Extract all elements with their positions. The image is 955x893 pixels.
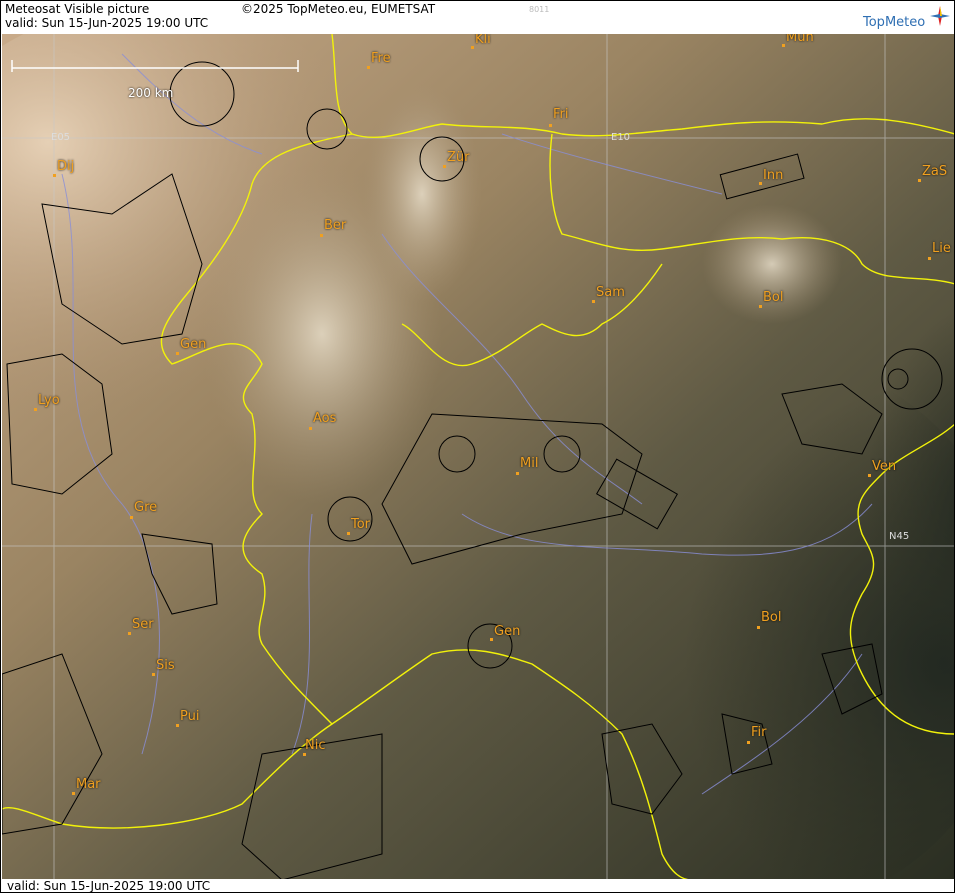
city-marker (309, 427, 312, 430)
city-marker (782, 44, 785, 47)
city-marker (320, 234, 323, 237)
city-label: Lie (932, 241, 951, 256)
city-label: Bol (763, 290, 784, 305)
compass-icon (929, 5, 951, 27)
city-marker (759, 305, 762, 308)
city-label: Gen (494, 624, 521, 639)
city-marker (592, 300, 595, 303)
city-label: Mil (520, 456, 539, 471)
city-label: Fri (553, 107, 569, 122)
city-label: Fre (371, 51, 391, 66)
footer-valid-time: valid: Sun 15-Jun-2025 19:00 UTC (7, 879, 211, 893)
city-label: Ser (132, 617, 154, 632)
city-marker (176, 724, 179, 727)
city-marker (128, 632, 131, 635)
city-label: Sam (596, 285, 625, 300)
map-frame: Meteosat Visible picture ©2025 TopMeteo.… (0, 0, 955, 893)
city-marker (747, 741, 750, 744)
valid-time: valid: Sun 15-Jun-2025 19:00 UTC (5, 16, 209, 30)
city-label: Pui (180, 709, 200, 724)
city-marker (176, 352, 179, 355)
product-title: Meteosat Visible picture (5, 2, 150, 16)
scale-label: 200 km (128, 86, 174, 100)
city-marker (443, 165, 446, 168)
city-marker (471, 46, 474, 49)
city-label: Tor (351, 517, 371, 532)
city-marker (347, 532, 350, 535)
city-label: Zür (447, 150, 470, 165)
city-label: Nic (305, 738, 326, 753)
city-marker (759, 182, 762, 185)
image-code: 8011 (529, 5, 550, 14)
city-marker (53, 174, 56, 177)
city-marker (868, 474, 871, 477)
city-label: Bol (761, 610, 782, 625)
city-label: Gre (134, 500, 158, 515)
city-label: Mun (786, 34, 814, 45)
city-marker (72, 792, 75, 795)
city-label: Fir (751, 725, 767, 740)
grid-label-e10: E10 (611, 132, 631, 143)
city-marker (303, 753, 306, 756)
city-marker (928, 257, 931, 260)
city-marker (130, 516, 133, 519)
city-label: Inn (763, 168, 784, 183)
copyright: ©2025 TopMeteo.eu, EUMETSAT (241, 2, 436, 16)
city-marker (516, 472, 519, 475)
city-label: ZaS (922, 164, 948, 179)
city-marker (367, 66, 370, 69)
city-marker (757, 626, 760, 629)
city-label: Ven (872, 459, 897, 474)
city-marker (152, 673, 155, 676)
city-marker (549, 124, 552, 127)
grid-label-e05: E05 (51, 132, 71, 143)
city-label: Mar (76, 777, 101, 792)
grid-label-n45: N45 (889, 531, 910, 542)
city-label: Aos (313, 411, 337, 426)
city-label: Kli (475, 34, 491, 47)
city-marker (34, 408, 37, 411)
city-label: Gen (180, 337, 207, 352)
city-marker (490, 638, 493, 641)
city-label: Sis (156, 658, 175, 673)
city-label: Ber (324, 218, 347, 233)
satellite-image[interactable]: 200 km E05 E10 N45 Dij Fre Kli Mun Fri Z… (2, 34, 954, 880)
city-label: Dij (57, 159, 75, 174)
brand-logo-text: TopMeteo (863, 15, 926, 30)
city-label: Lyo (38, 393, 60, 408)
header: Meteosat Visible picture ©2025 TopMeteo.… (1, 1, 954, 33)
city-marker (918, 179, 921, 182)
footer: valid: Sun 15-Jun-2025 19:00 UTC (1, 879, 954, 893)
